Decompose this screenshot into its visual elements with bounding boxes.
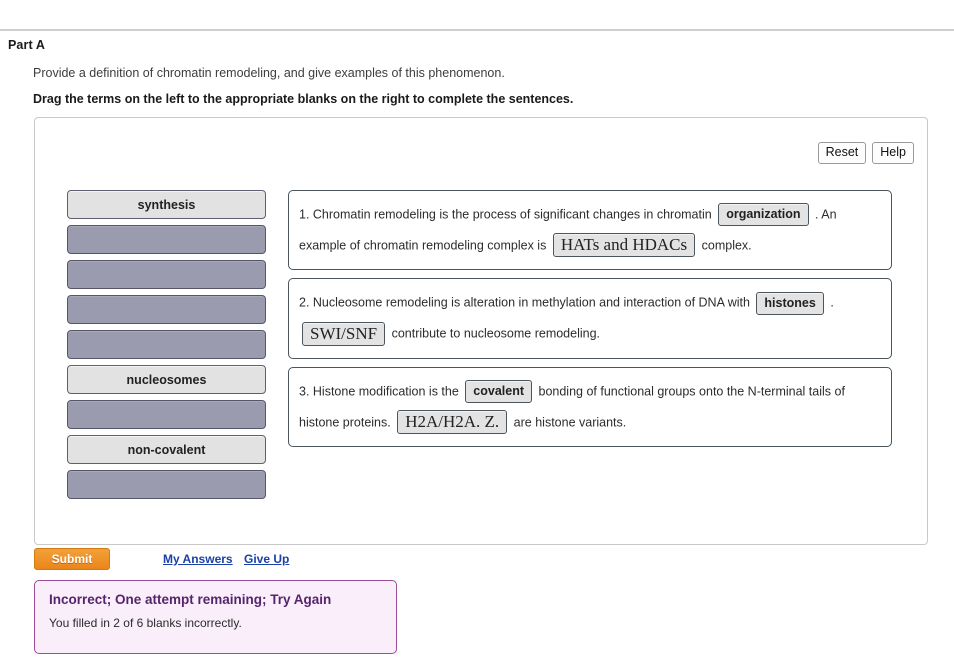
answer-blank[interactable]: organization (718, 203, 809, 227)
sentence-row: 2. Nucleosome remodeling is alteration i… (288, 278, 892, 359)
sentence-text: are histone variants. (513, 415, 627, 430)
sentence-row: 3. Histone modification is the covalent … (288, 366, 892, 448)
term-tile[interactable]: non-covalent (67, 435, 266, 464)
sentence-text: 1. Chromatin remodeling is the process o… (299, 207, 712, 222)
sentence-text: complex. (701, 238, 752, 253)
sentence-text: contribute to nucleosome remodeling. (391, 326, 601, 341)
sentence-text: 2. Nucleosome remodeling is alteration i… (299, 296, 750, 311)
my-answers-link[interactable]: My Answers (163, 552, 233, 566)
feedback-panel: Incorrect; One attempt remaining; Try Ag… (34, 580, 397, 654)
term-tile[interactable]: synthesis (67, 190, 266, 219)
activity-toolbar: Reset Help (817, 142, 914, 164)
sentence-list: 1. Chromatin remodeling is the process o… (288, 190, 892, 455)
sentence-text: . (830, 296, 834, 311)
term-tile-used[interactable] (67, 225, 266, 254)
assignment-page: Part A Provide a definition of chromatin… (0, 0, 954, 668)
answer-blank[interactable]: covalent (465, 380, 533, 404)
sentence-row: 1. Chromatin remodeling is the process o… (288, 190, 892, 271)
give-up-link[interactable]: Give Up (244, 552, 289, 566)
answer-blank[interactable]: H2A/H2A. Z. (397, 410, 508, 435)
feedback-title: Incorrect; One attempt remaining; Try Ag… (49, 592, 332, 607)
drag-drop-activity-panel: Reset Help synthesis nucleosomes non-cov… (34, 117, 928, 545)
term-tile-used[interactable] (67, 400, 266, 429)
term-tile[interactable]: nucleosomes (67, 365, 266, 394)
reset-button[interactable]: Reset (817, 142, 867, 164)
sentence-text: 3. Histone modification is the (299, 384, 459, 399)
help-button[interactable]: Help (872, 142, 914, 164)
question-instruction: Drag the terms on the left to the approp… (33, 92, 574, 106)
answer-blank[interactable]: SWI/SNF (302, 321, 386, 346)
answer-blank[interactable]: histones (756, 291, 824, 315)
feedback-body: You filled in 2 of 6 blanks incorrectly. (49, 616, 242, 630)
page-title: Part A (8, 38, 45, 52)
term-tile-used[interactable] (67, 295, 266, 324)
term-tile-used[interactable] (67, 470, 266, 499)
term-tile-used[interactable] (67, 330, 266, 359)
question-prompt: Provide a definition of chromatin remode… (33, 66, 505, 80)
submit-button[interactable]: Submit (34, 548, 110, 570)
term-bank: synthesis nucleosomes non-covalent (67, 190, 266, 505)
answer-blank[interactable]: HATs and HDACs (552, 233, 696, 258)
term-tile-used[interactable] (67, 260, 266, 289)
header-divider (0, 29, 954, 31)
